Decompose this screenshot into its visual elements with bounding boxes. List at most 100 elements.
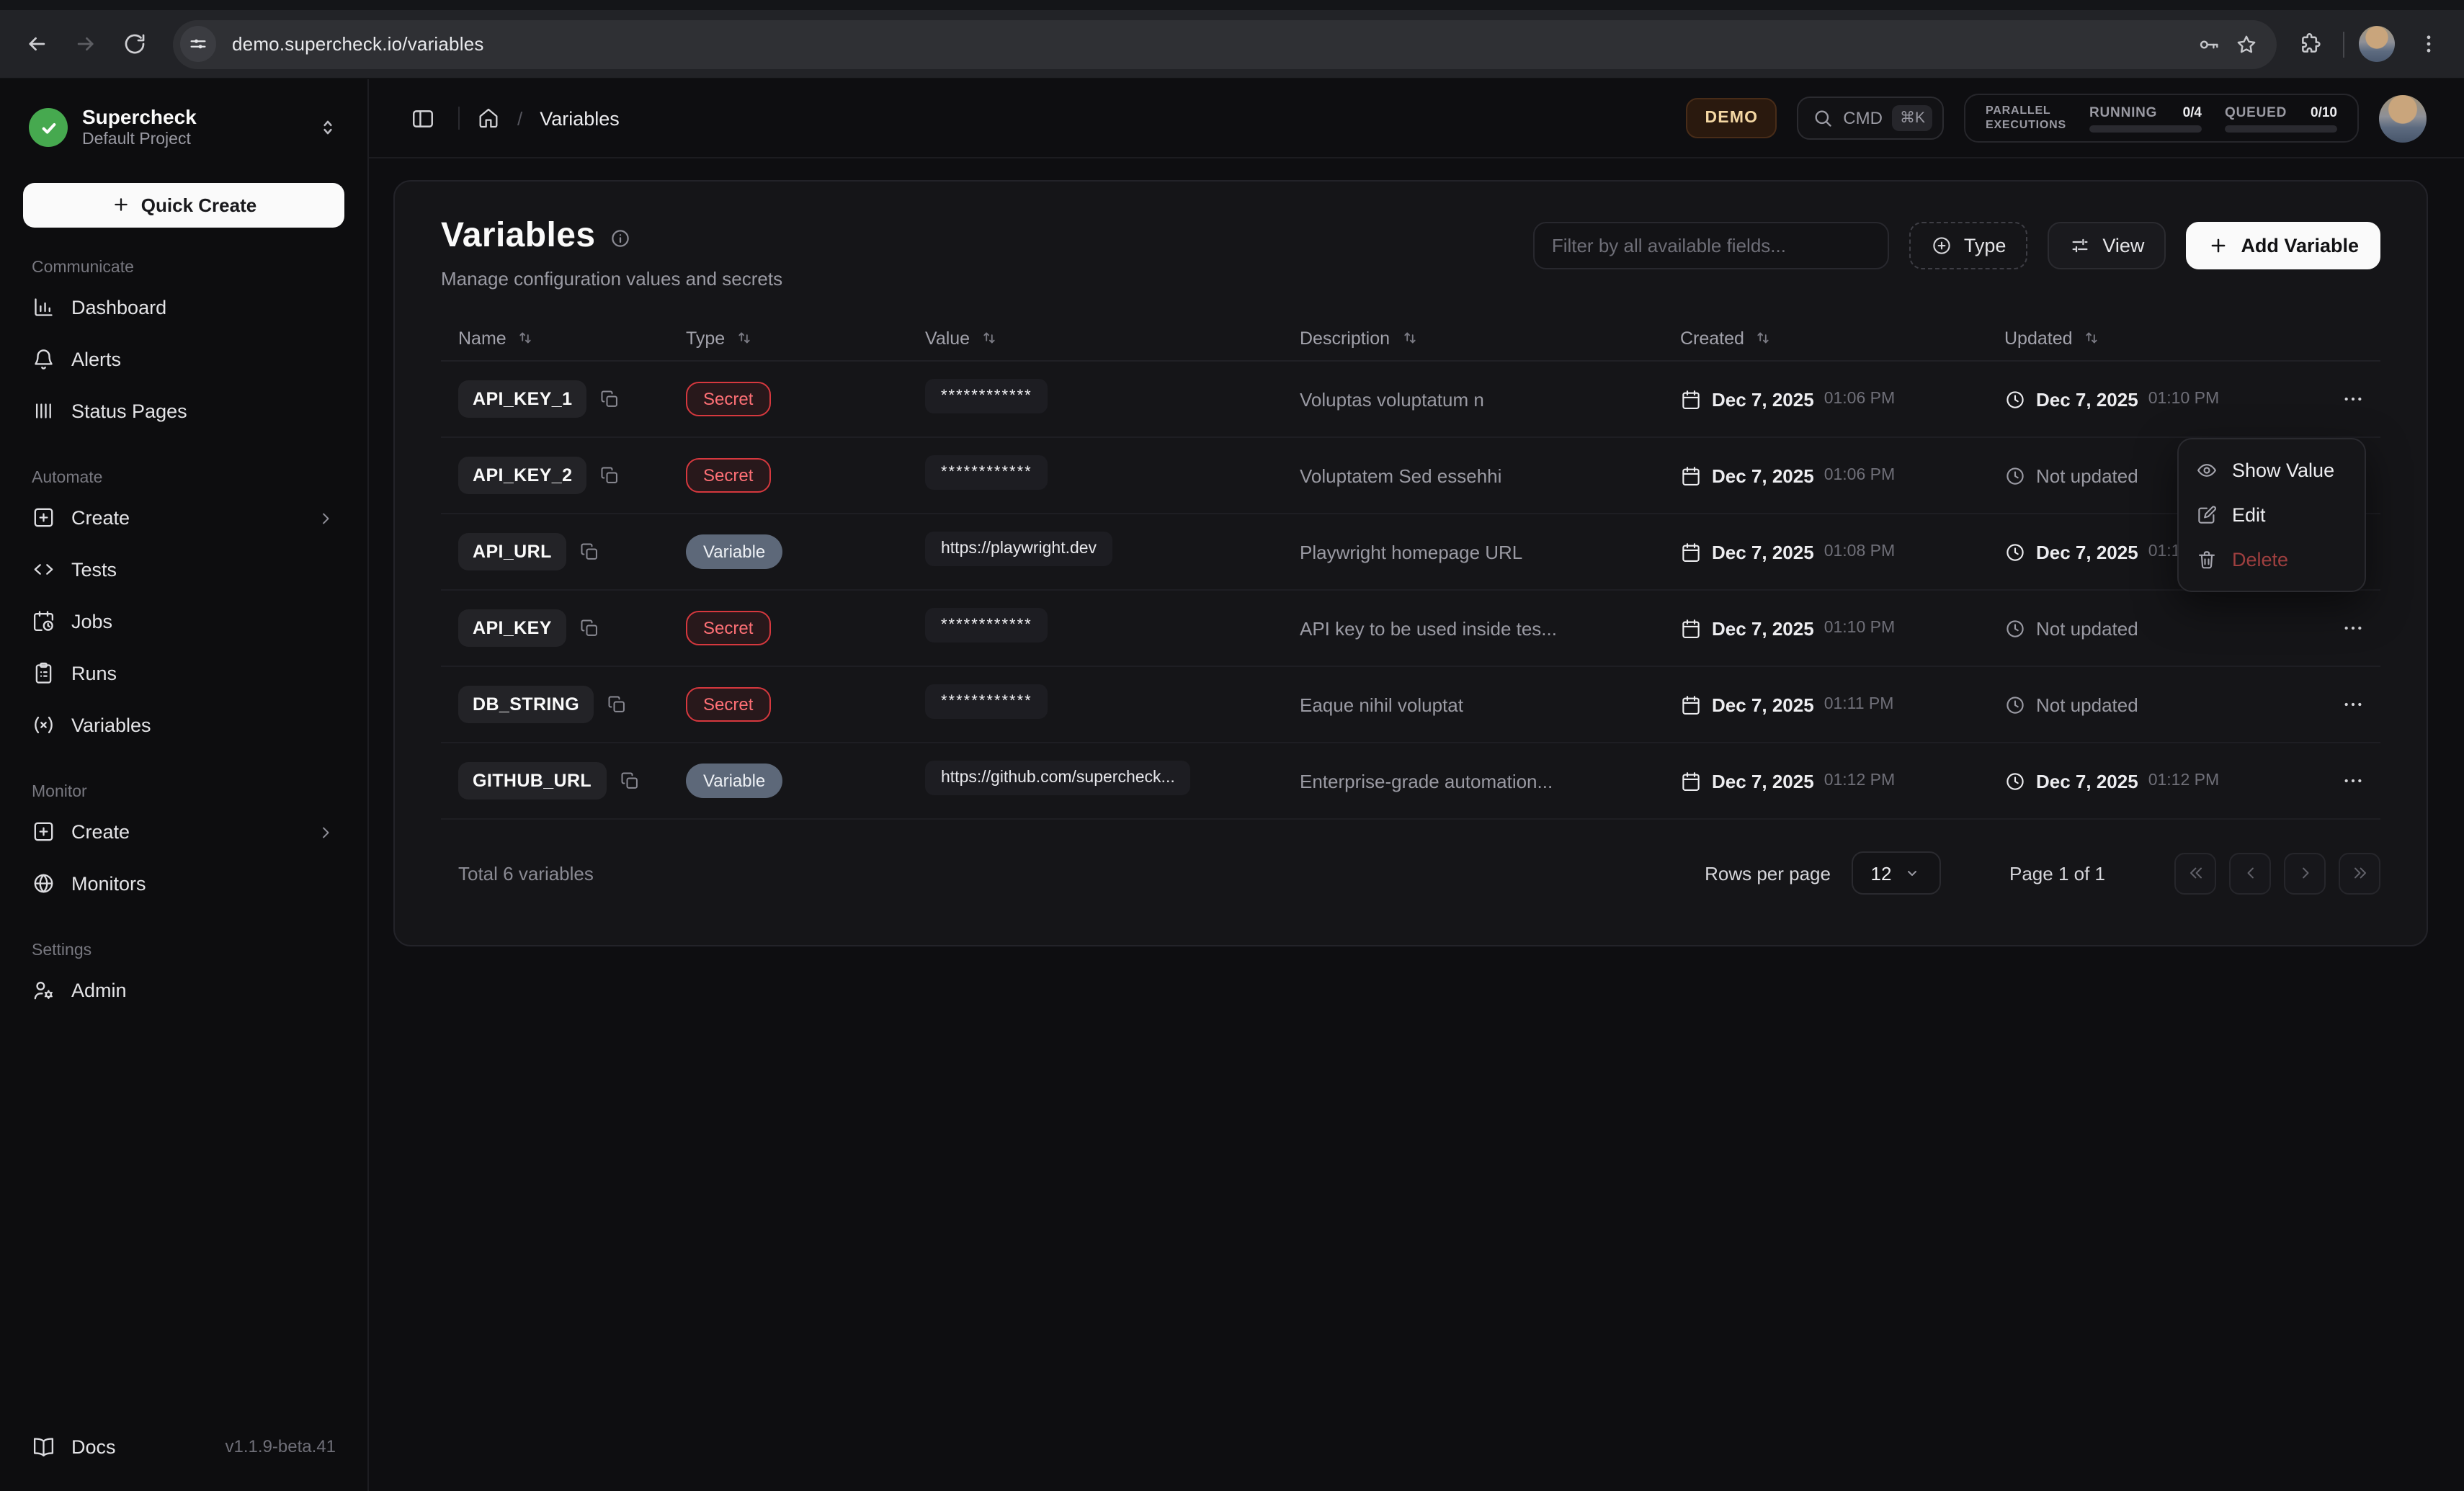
sidebar-item-runs[interactable]: Runs (23, 648, 344, 699)
copy-icon[interactable] (579, 618, 599, 638)
column-header-type[interactable]: Type (686, 328, 925, 348)
section-label-communicate: Communicate (32, 259, 344, 276)
sidebar-toggle-button[interactable] (403, 99, 441, 137)
type-badge: Secret (686, 458, 770, 493)
site-info-button[interactable] (180, 26, 216, 62)
calendar-icon (1680, 770, 1702, 792)
copy-icon[interactable] (579, 542, 599, 562)
sidebar-item-create[interactable]: Create (23, 806, 344, 858)
menu-item-delete[interactable]: Delete (2179, 537, 2365, 582)
sidebar-item-monitors[interactable]: Monitors (23, 858, 344, 910)
quick-create-button[interactable]: Quick Create (23, 182, 344, 227)
table-row-api-url: API_URLVariablehttps://playwright.devPla… (441, 514, 2380, 591)
browser-reload-button[interactable] (115, 25, 153, 63)
value-cell: ************ (925, 378, 1300, 420)
column-header-created[interactable]: Created (1680, 328, 2004, 348)
sidebar-item-create[interactable]: Create (23, 492, 344, 544)
password-key-button[interactable] (2190, 25, 2228, 63)
last-page-button[interactable] (2339, 852, 2380, 894)
org-switcher[interactable]: Supercheck Default Project (23, 97, 344, 159)
sidebar-item-status-pages[interactable]: Status Pages (23, 385, 344, 437)
browser-back-button[interactable] (17, 25, 55, 63)
value-cell: ************ (925, 455, 1300, 496)
queued-label: QUEUED (2225, 104, 2287, 120)
home-icon[interactable] (477, 107, 500, 130)
first-page-button[interactable] (2174, 852, 2216, 894)
column-header-updated[interactable]: Updated (2004, 328, 2310, 348)
created-time: 01:10 PM (1824, 619, 1895, 637)
not-updated-text: Not updated (2036, 617, 2138, 639)
copy-icon[interactable] (599, 389, 620, 409)
chevrons-left-icon (2185, 863, 2205, 883)
clock-icon (2004, 541, 2026, 563)
add-variable-button[interactable]: Add Variable (2186, 222, 2380, 269)
rows-per-page-select[interactable]: 12 (1851, 851, 1940, 895)
clock-icon (2004, 465, 2026, 486)
column-header-name[interactable]: Name (458, 328, 686, 348)
sidebar-item-docs[interactable]: Docs v1.1.9-beta.41 (23, 1422, 344, 1471)
book-open-icon (32, 1435, 55, 1459)
section-label-automate: Automate (32, 469, 344, 486)
sidebar-item-tests[interactable]: Tests (23, 544, 344, 596)
filter-input[interactable] (1533, 222, 1889, 269)
type-badge: Variable (686, 764, 782, 798)
variable-value: https://github.com/supercheck... (925, 760, 1191, 794)
actions-cell (2310, 689, 2380, 720)
bookmark-button[interactable] (2228, 25, 2265, 63)
variable-name: API_KEY_1 (458, 380, 586, 418)
app-version: v1.1.9-beta.41 (226, 1436, 336, 1456)
masked-value: ************ (925, 378, 1048, 413)
name-cell: API_KEY_1 (458, 380, 686, 418)
extensions-button[interactable] (2291, 25, 2329, 63)
sidebar-item-admin[interactable]: Admin (23, 964, 344, 1016)
ellipsis-icon (2342, 693, 2365, 716)
value-cell: https://playwright.dev (925, 531, 1300, 573)
prev-page-button[interactable] (2229, 852, 2271, 894)
table-row-api-key: API_KEYSecret************API key to be u… (441, 591, 2380, 667)
copy-icon[interactable] (619, 771, 639, 791)
sidebar-item-alerts[interactable]: Alerts (23, 333, 344, 385)
browser-profile-avatar[interactable] (2359, 26, 2395, 62)
menu-item-show-value[interactable]: Show Value (2179, 448, 2365, 493)
masked-value: ************ (925, 684, 1048, 718)
browser-forward-button[interactable] (66, 25, 104, 63)
column-header-value[interactable]: Value (925, 328, 1300, 348)
table-controls: Type View Add Variable (1533, 222, 2380, 269)
executions-label: PARALLEL EXECUTIONS (1986, 104, 2066, 133)
variables-card: Variables Manage configuration values an… (393, 180, 2428, 946)
menu-item-edit[interactable]: Edit (2179, 493, 2365, 537)
row-actions-button[interactable] (2337, 383, 2369, 415)
table-body: API_KEY_1Secret************Voluptas volu… (441, 362, 2380, 820)
browser-menu-button[interactable] (2409, 25, 2447, 63)
column-label: Updated (2004, 328, 2073, 348)
updated-time: 01:1 (2148, 543, 2181, 560)
description-cell: Enterprise-grade automation... (1300, 770, 1680, 792)
view-options-button[interactable]: View (2048, 222, 2166, 269)
topbar-right: DEMO CMD ⌘K PARALLEL EXECUTIONS RUNNING0… (1686, 94, 2427, 143)
row-actions-button[interactable] (2337, 612, 2369, 644)
updated-date: Dec 7, 2025 (2036, 770, 2138, 792)
column-header-description[interactable]: Description (1300, 328, 1680, 348)
copy-icon[interactable] (599, 465, 620, 485)
main-area: / Variables DEMO CMD ⌘K PARALLEL EXECUTI… (369, 79, 2464, 1491)
sidebar-item-dashboard[interactable]: Dashboard (23, 282, 344, 333)
user-avatar[interactable] (2379, 94, 2427, 142)
square-plus-icon (32, 506, 55, 530)
trash-icon (2196, 549, 2218, 570)
copy-icon[interactable] (607, 694, 627, 715)
row-actions-button[interactable] (2337, 765, 2369, 797)
sidebar-item-variables[interactable]: Variables (23, 699, 344, 751)
command-search-button[interactable]: CMD ⌘K (1797, 97, 1944, 140)
menu-item-label: Delete (2232, 549, 2288, 570)
url-text: demo.supercheck.io/variables (232, 33, 484, 55)
row-actions-button[interactable] (2337, 689, 2369, 720)
type-filter-button[interactable]: Type (1909, 222, 2028, 269)
address-bar[interactable]: demo.supercheck.io/variables (173, 19, 2277, 68)
sidebar-item-jobs[interactable]: Jobs (23, 596, 344, 648)
next-page-button[interactable] (2284, 852, 2326, 894)
info-icon[interactable] (610, 228, 631, 249)
variables-table: NameTypeValueDescriptionCreatedUpdated A… (441, 315, 2380, 820)
updated-time: 01:12 PM (2148, 772, 2219, 789)
org-logo (29, 109, 68, 148)
browser-toolbar: demo.supercheck.io/variables (0, 10, 2464, 79)
